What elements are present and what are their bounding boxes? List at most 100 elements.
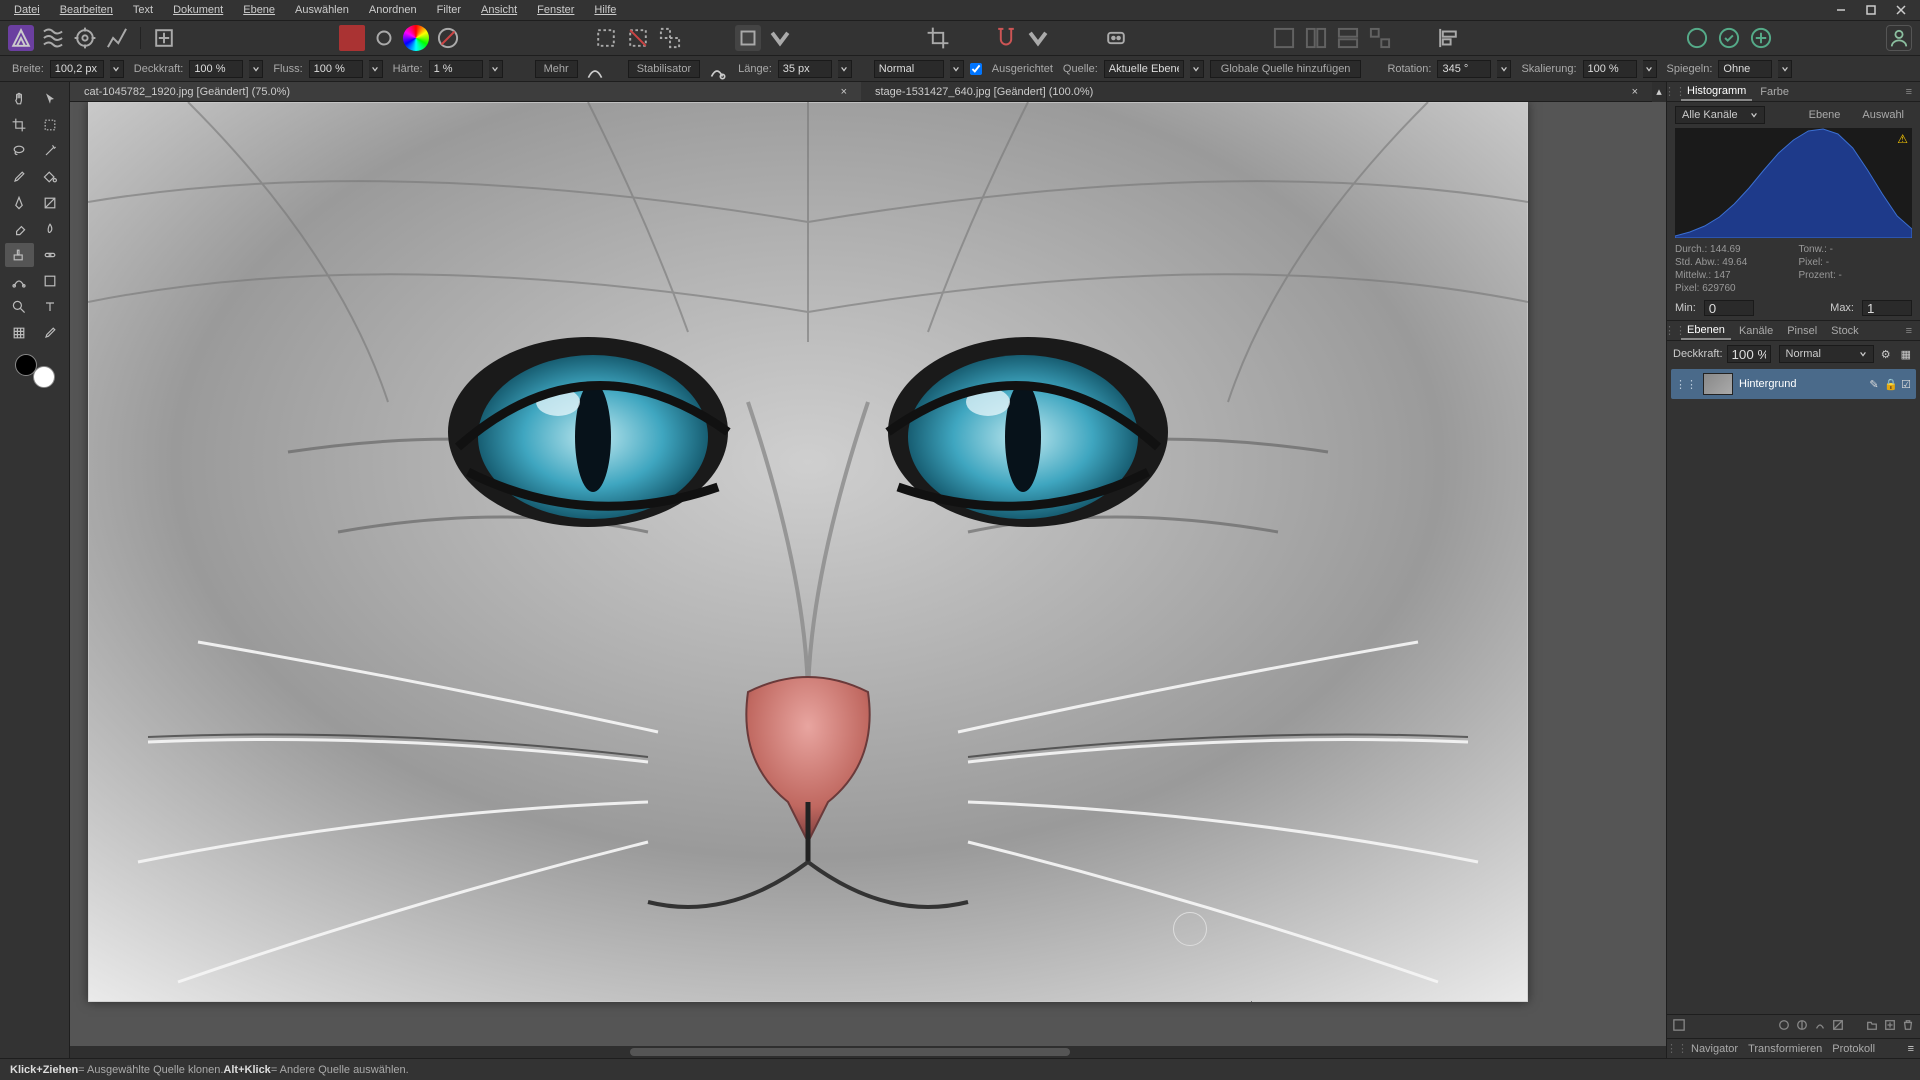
chevron-down-icon[interactable] <box>1643 60 1657 78</box>
layer-item[interactable]: ⋮⋮ Hintergrund ✎ 🔒 ☑ <box>1671 369 1916 399</box>
develop-persona-icon[interactable] <box>72 25 98 51</box>
gradient-tool-icon[interactable] <box>36 191 65 215</box>
chevron-down-icon[interactable] <box>1190 60 1204 78</box>
document-tab-2[interactable]: stage-1531427_640.jpg [Geändert] (100.0%… <box>861 82 1652 101</box>
clip-icon[interactable] <box>1832 1019 1844 1034</box>
shape-tool-icon[interactable] <box>36 269 65 293</box>
width-input[interactable] <box>50 60 104 78</box>
scale-input[interactable] <box>1583 60 1637 78</box>
menu-auswaehlen[interactable]: Auswählen <box>285 1 359 19</box>
gear-icon[interactable]: ⚙ <box>1878 348 1894 361</box>
menu-ansicht[interactable]: Ansicht <box>471 1 527 19</box>
panel-menu-icon[interactable]: ≡ <box>1902 325 1916 337</box>
source-select[interactable] <box>1104 60 1184 78</box>
flow-input[interactable] <box>309 60 363 78</box>
selection-mode-b-icon[interactable] <box>625 25 651 51</box>
grip-icon[interactable]: ⋮⋮ <box>1671 85 1679 98</box>
fx-icon[interactable] <box>1778 1019 1790 1034</box>
chevron-down-icon[interactable] <box>369 60 383 78</box>
arrange-a-icon[interactable] <box>1271 25 1297 51</box>
node-tool-icon[interactable] <box>5 269 34 293</box>
arrange-d-icon[interactable] <box>1367 25 1393 51</box>
tab-navigator[interactable]: Navigator <box>1691 1043 1738 1055</box>
layer-name[interactable]: Hintergrund <box>1739 378 1862 390</box>
add-layer-icon[interactable] <box>1884 1019 1896 1034</box>
horizontal-scrollbar[interactable] <box>70 1046 1666 1058</box>
adjust-icon[interactable] <box>1796 1019 1808 1034</box>
export-persona-icon[interactable] <box>151 25 177 51</box>
menu-text[interactable]: Text <box>123 1 163 19</box>
menu-bearbeiten[interactable]: Bearbeiten <box>50 1 123 19</box>
account-icon[interactable] <box>1886 25 1912 51</box>
lasso-tool-icon[interactable] <box>5 139 34 163</box>
snap-icon[interactable] <box>993 25 1019 51</box>
liquify-persona-icon[interactable] <box>40 25 66 51</box>
rope-icon[interactable] <box>706 60 728 78</box>
blendmode-select[interactable] <box>874 60 944 78</box>
panel-menu-icon[interactable]: ≡ <box>1902 86 1916 98</box>
cloud-b-icon[interactable] <box>1716 25 1742 51</box>
checker-icon[interactable]: ▦ <box>1898 348 1914 361</box>
chevron-down-icon[interactable] <box>489 60 503 78</box>
max-input[interactable] <box>1862 300 1912 316</box>
menu-datei[interactable]: Datei <box>4 1 50 19</box>
swatch-rainbow-icon[interactable] <box>403 25 429 51</box>
mesh-tool-icon[interactable] <box>5 321 34 345</box>
clone-tool-icon[interactable] <box>5 243 34 267</box>
edit-icon[interactable]: ✎ <box>1868 378 1880 391</box>
crop-tool-icon[interactable] <box>5 113 34 137</box>
tab-transform[interactable]: Transformieren <box>1748 1043 1822 1055</box>
selection-mode-c-icon[interactable] <box>657 25 683 51</box>
visibility-checkbox[interactable]: ☑ <box>1900 378 1912 391</box>
hist-selection-button[interactable]: Auswahl <box>1854 107 1912 123</box>
no-fill-icon[interactable] <box>435 25 461 51</box>
close-button[interactable] <box>1886 0 1916 20</box>
tonemap-persona-icon[interactable] <box>104 25 130 51</box>
grip-icon[interactable]: ⋮⋮ <box>1671 324 1679 337</box>
eraser-tool-icon[interactable] <box>5 217 34 241</box>
adjust2-icon[interactable] <box>1814 1019 1826 1034</box>
chevron-down-icon[interactable] <box>249 60 263 78</box>
group-icon[interactable] <box>1866 1019 1878 1034</box>
tab-channels[interactable]: Kanäle <box>1733 323 1779 339</box>
hardness-input[interactable] <box>429 60 483 78</box>
rotation-input[interactable] <box>1437 60 1491 78</box>
move-tool-icon[interactable] <box>36 87 65 111</box>
zoom-tool-icon[interactable] <box>5 295 34 319</box>
eyedropper-tool-icon[interactable] <box>36 321 65 345</box>
assistant-icon[interactable] <box>1103 25 1129 51</box>
maximize-button[interactable] <box>1856 0 1886 20</box>
tab-brushes[interactable]: Pinsel <box>1781 323 1823 339</box>
channel-select[interactable]: Alle Kanäle <box>1675 106 1765 124</box>
grip-icon[interactable]: ⋮⋮ <box>1675 378 1697 391</box>
swatch-red-icon[interactable] <box>339 25 365 51</box>
menu-fenster[interactable]: Fenster <box>527 1 584 19</box>
cloud-c-icon[interactable] <box>1748 25 1774 51</box>
lock-icon[interactable]: 🔒 <box>1884 378 1896 391</box>
pressure-icon[interactable] <box>584 60 606 78</box>
chevron-down-icon[interactable] <box>1497 60 1511 78</box>
tab-layers[interactable]: Ebenen <box>1681 322 1731 340</box>
opacity-input[interactable] <box>189 60 243 78</box>
tab-stock[interactable]: Stock <box>1825 323 1865 339</box>
chevron-down-icon[interactable] <box>950 60 964 78</box>
selection-tool-icon[interactable] <box>36 113 65 137</box>
chevron-down-icon[interactable] <box>110 60 124 78</box>
tab-color[interactable]: Farbe <box>1754 84 1795 100</box>
crop-tool-icon[interactable] <box>925 25 951 51</box>
arrange-b-icon[interactable] <box>1303 25 1329 51</box>
arrange-c-icon[interactable] <box>1335 25 1361 51</box>
layer-blend-select[interactable]: Normal <box>1779 345 1874 363</box>
foreground-color-swatch[interactable] <box>15 354 37 376</box>
length-input[interactable] <box>778 60 832 78</box>
selection-mode-a-icon[interactable] <box>593 25 619 51</box>
layer-opacity-input[interactable] <box>1727 345 1771 363</box>
chevron-down-icon[interactable] <box>1025 25 1051 51</box>
align-left-icon[interactable] <box>1435 25 1461 51</box>
stabilizer-button[interactable]: Stabilisator <box>628 60 700 78</box>
aligned-checkbox[interactable] <box>970 63 982 75</box>
text-tool-icon[interactable] <box>36 295 65 319</box>
canvas-viewport[interactable]: + <box>70 102 1666 1046</box>
pen-tool-icon[interactable] <box>5 191 34 215</box>
tab-histogram[interactable]: Histogramm <box>1681 83 1752 101</box>
